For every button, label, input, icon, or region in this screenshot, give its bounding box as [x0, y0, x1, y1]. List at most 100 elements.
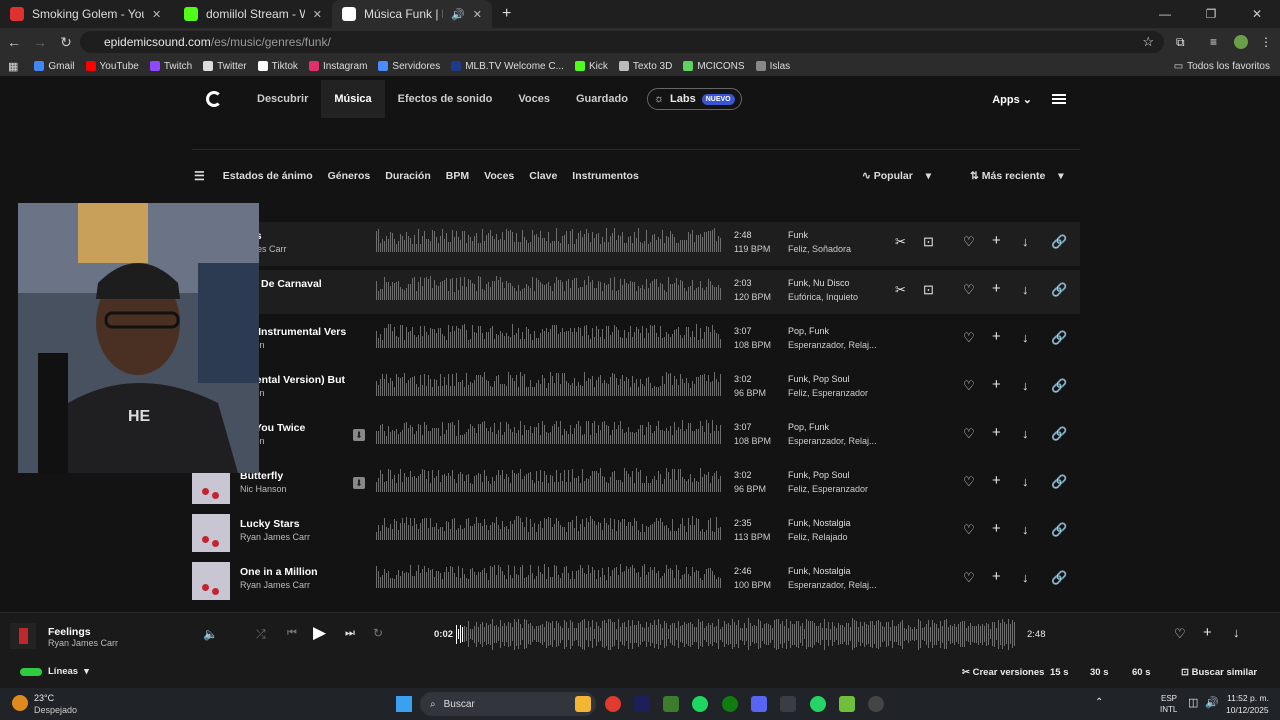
back-icon[interactable]: ← [2, 34, 26, 50]
track-row[interactable]: ed You Twiceanson⬇3:07108 BPMPop, FunkEs… [192, 414, 1080, 458]
scissors-icon[interactable]: ✂ [895, 282, 906, 298]
bookmark-item[interactable]: MCICONS [683, 61, 745, 72]
download-icon[interactable]: ↓ [1022, 282, 1029, 297]
favorite-heart-icon[interactable]: ♡ [963, 330, 975, 346]
track-moods[interactable]: Esperanzador, Relaj... [788, 340, 877, 350]
bookmark-item[interactable]: YouTube [85, 61, 139, 72]
bookmark-item[interactable]: Tiktok [257, 61, 298, 72]
spotify-icon[interactable] [692, 696, 708, 712]
chrome-icon[interactable] [605, 696, 621, 712]
tray-chevron-icon[interactable]: ⌃ [1095, 697, 1103, 708]
obs-icon[interactable] [868, 696, 884, 712]
track-moods[interactable]: Esperanzador, Relaj... [788, 436, 877, 446]
tab-youtube[interactable]: Smoking Golem - YouTube ✕ [0, 0, 174, 28]
whatsapp-icon[interactable] [810, 696, 826, 712]
track-row[interactable]: umental Version) Butanson3:0296 BPMFunk,… [192, 366, 1080, 410]
add-icon[interactable]: + [992, 472, 1001, 489]
repeat-icon[interactable]: ↻ [373, 626, 383, 640]
audio-icon[interactable]: 🔊 [451, 8, 465, 21]
track-row[interactable]: One in a Million Ryan James Carr 2:46 100 B… [192, 558, 1080, 602]
bookmark-item[interactable]: Instagram [308, 61, 367, 72]
track-artist[interactable]: Nic Hanson [240, 484, 287, 494]
download-icon[interactable]: ↓ [1022, 378, 1029, 393]
add-icon[interactable]: + [992, 520, 1001, 537]
track-genres[interactable]: Pop, Funk [788, 326, 829, 336]
add-icon[interactable]: + [992, 280, 1001, 297]
xbox-icon[interactable] [722, 696, 738, 712]
download-icon[interactable]: ↓ [1022, 570, 1029, 585]
bookmark-item[interactable]: Servidores [378, 61, 440, 72]
cube-icon[interactable] [839, 696, 855, 712]
favorite-heart-icon[interactable]: ♡ [963, 426, 975, 442]
url-bar[interactable]: epidemicsound.com/es/music/genres/funk/ … [80, 31, 1164, 53]
nav-efectos[interactable]: Efectos de sonido [385, 80, 506, 118]
close-icon[interactable]: ✕ [473, 8, 482, 21]
link-icon[interactable]: 🔗 [1051, 282, 1067, 298]
clock-time[interactable]: 11:52 p. m. [1227, 693, 1269, 703]
close-window-icon[interactable]: ✕ [1234, 0, 1280, 28]
discord-icon[interactable] [751, 696, 767, 712]
track-title[interactable]: One in a Million [240, 566, 318, 578]
track-genres[interactable]: Funk, Pop Soul [788, 374, 850, 384]
favorite-heart-icon[interactable]: ♡ [963, 378, 975, 394]
similar-icon[interactable]: ⊡ [923, 282, 934, 298]
tab-kick[interactable]: domiilol Stream - Watch Live o ✕ [174, 0, 332, 28]
bookmark-item[interactable]: Twitter [203, 61, 247, 72]
track-row[interactable]: ce (Instrumental Versanson3:07108 BPMPop… [192, 318, 1080, 362]
reload-icon[interactable]: ↻ [54, 34, 78, 51]
maximize-icon[interactable]: ❐ [1188, 0, 1234, 28]
track-row[interactable]: ingsJames Carr2:48119 BPMFunkFeliz, Soña… [192, 222, 1080, 266]
favorite-heart-icon[interactable]: ♡ [1174, 626, 1186, 642]
bookmark-item[interactable]: MLB.TV Welcome C... [451, 61, 564, 72]
filter-bpm[interactable]: BPM [446, 170, 469, 182]
track-row[interactable]: Butterfly Nic Hanson ⬇ 3:02 96 BPM Funk, Pop … [192, 462, 1080, 506]
now-playing-artist[interactable]: Ryan James Carr [48, 638, 118, 648]
close-icon[interactable]: ✕ [152, 8, 161, 21]
download-icon[interactable]: ↓ [1022, 426, 1029, 441]
link-icon[interactable]: 🔗 [1051, 330, 1067, 346]
minimize-icon[interactable]: — [1142, 0, 1188, 28]
bookmark-item[interactable]: Twitch [149, 61, 192, 72]
track-cover[interactable] [192, 562, 230, 600]
track-waveform[interactable] [376, 372, 722, 396]
track-moods[interactable]: Feliz, Soñadora [788, 244, 851, 254]
file-explorer-icon[interactable] [575, 696, 591, 712]
wifi-icon[interactable]: ◫ [1188, 696, 1198, 709]
download-icon[interactable]: ↓ [1233, 625, 1240, 640]
add-icon[interactable]: + [992, 328, 1001, 345]
now-playing-thumb[interactable] [10, 623, 36, 649]
filter-genres[interactable]: Géneros [328, 170, 371, 182]
speaker-icon[interactable]: 🔊 [1205, 696, 1219, 709]
media-icon[interactable]: ≡ [1210, 35, 1217, 49]
track-waveform[interactable] [376, 420, 722, 444]
add-icon[interactable]: + [992, 424, 1001, 441]
length-15s[interactable]: 15 s [1050, 667, 1069, 678]
track-waveform[interactable] [376, 516, 722, 540]
hamburger-menu-icon[interactable] [1052, 94, 1066, 104]
filter-duration[interactable]: Duración [385, 170, 431, 182]
link-icon[interactable]: 🔗 [1051, 378, 1067, 394]
favorite-heart-icon[interactable]: ♡ [963, 234, 975, 250]
forward-icon[interactable]: → [28, 34, 52, 50]
menu-icon[interactable]: ⋮ [1260, 35, 1272, 49]
extensions-icon[interactable]: ⧉ [1176, 35, 1185, 50]
app-icon[interactable] [780, 696, 796, 712]
track-waveform[interactable] [376, 276, 722, 300]
length-30s[interactable]: 30 s [1090, 667, 1109, 678]
windows-start-icon[interactable] [396, 696, 412, 712]
track-genres[interactable]: Funk, Pop Soul [788, 470, 850, 480]
nav-musica[interactable]: Música [321, 80, 385, 118]
taskbar-search[interactable]: ⌕ Buscar [420, 692, 596, 716]
track-moods[interactable]: Eufórica, Inquieto [788, 292, 858, 302]
bookmark-star-icon[interactable]: ☆ [1142, 34, 1154, 50]
track-row[interactable]: Lucky Stars Ryan James Carr 2:35 113 BPM Fun… [192, 510, 1080, 554]
new-tab-button[interactable]: + [492, 0, 521, 28]
favorite-heart-icon[interactable]: ♡ [963, 282, 975, 298]
play-button[interactable]: ▶ [313, 623, 326, 643]
lang-label[interactable]: ESP [1161, 694, 1177, 703]
shuffle-icon[interactable]: ⤮ [256, 627, 266, 642]
next-icon[interactable]: ⏭ [345, 627, 355, 640]
previous-icon[interactable]: ⏮ [287, 627, 297, 640]
length-60s[interactable]: 60 s [1132, 667, 1151, 678]
track-cover[interactable] [192, 514, 230, 552]
